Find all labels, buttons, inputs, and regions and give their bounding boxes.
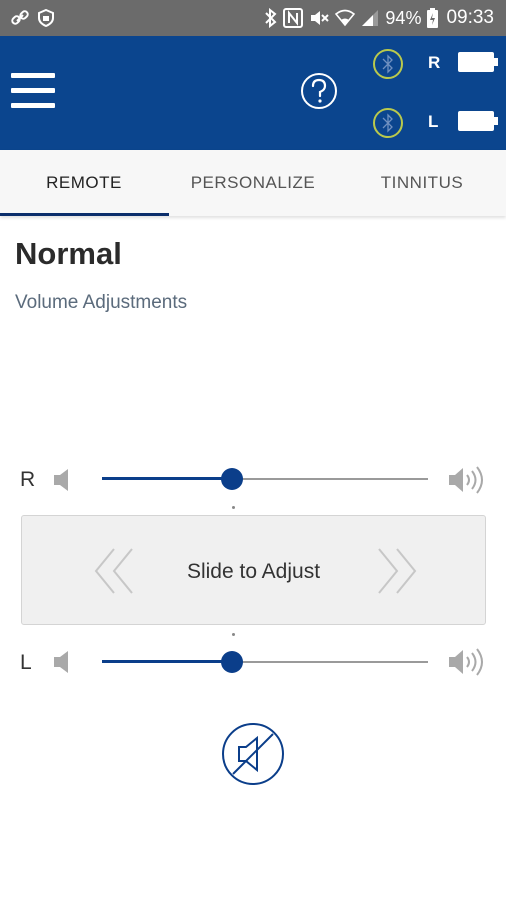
double-chevron-right-icon [378, 548, 417, 594]
battery-icon [458, 111, 498, 131]
link-icon [11, 10, 29, 25]
bluetooth-icon [373, 108, 403, 138]
active-tab-indicator [0, 213, 169, 216]
battery-icon [458, 52, 498, 72]
slider-fill [102, 477, 233, 480]
mute-status-icon [311, 11, 330, 25]
slider-thumb[interactable] [221, 651, 244, 673]
divider-dot [232, 633, 235, 636]
device-side-label: L [428, 112, 439, 131]
speaker-low-icon[interactable] [53, 649, 75, 675]
battery-status-icon [427, 8, 439, 28]
tab-personalize[interactable]: PERSONALIZE [169, 150, 337, 216]
status-right-icons: 94% 09:33 [265, 7, 494, 29]
divider-dot [232, 506, 235, 509]
speaker-low-icon[interactable] [53, 467, 75, 493]
status-time: 09:33 [446, 7, 494, 28]
signal-icon [362, 10, 379, 26]
shield-icon [38, 9, 54, 27]
speaker-high-icon[interactable] [448, 647, 488, 677]
device-row-left: L [372, 104, 506, 140]
status-bar: 94% 09:33 [0, 0, 506, 36]
left-side-label: L [20, 651, 32, 674]
nfc-icon [283, 8, 304, 28]
slider-fill [102, 660, 233, 663]
battery-percent: 94% [385, 7, 422, 28]
bluetooth-status-icon [265, 8, 277, 28]
help-icon[interactable] [300, 72, 338, 110]
right-side-label: R [20, 468, 36, 491]
speaker-high-icon[interactable] [448, 465, 488, 495]
device-side-label: R [428, 53, 441, 72]
tab-tinnitus[interactable]: TINNITUS [338, 150, 506, 216]
device-row-right: R [372, 45, 506, 81]
wifi-icon [335, 9, 356, 27]
app-header: R L [0, 36, 506, 150]
left-volume-slider[interactable] [102, 647, 428, 677]
tab-bar: REMOTE PERSONALIZE TINNITUS [0, 150, 506, 216]
program-title: Normal [15, 236, 122, 271]
right-volume-slider[interactable] [102, 464, 428, 494]
tab-remote[interactable]: REMOTE [0, 150, 168, 216]
program-subtitle: Volume Adjustments [15, 292, 188, 313]
mute-icon[interactable] [221, 722, 285, 786]
bluetooth-icon [373, 49, 403, 79]
slide-to-adjust-panel[interactable]: Slide to Adjust [21, 515, 486, 625]
menu-icon[interactable] [11, 71, 55, 111]
status-left-icons [10, 9, 54, 27]
slider-thumb[interactable] [221, 468, 244, 490]
